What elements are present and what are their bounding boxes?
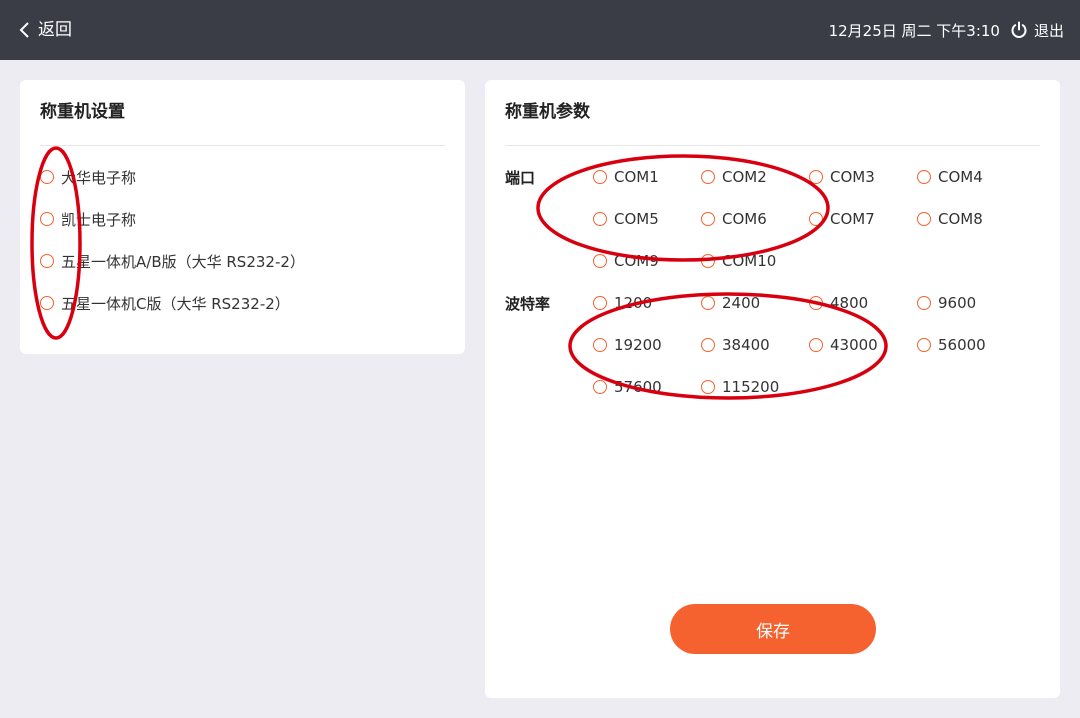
radio-circle[interactable]: [40, 212, 54, 226]
radio-circle[interactable]: [40, 296, 54, 310]
top-bar: 返回 12月25日 周二 下午3:10 退出: [0, 0, 1080, 60]
baud-option-56000[interactable]: 56000: [917, 333, 986, 357]
radio-circle[interactable]: [593, 338, 607, 352]
port-label: 端口: [505, 169, 536, 187]
radio-circle[interactable]: [701, 212, 715, 226]
baud-option-43000[interactable]: 43000: [809, 333, 878, 357]
scale-option-dahua[interactable]: 大华电子称: [40, 165, 136, 189]
logout-button[interactable]: 退出: [1010, 20, 1064, 41]
port-option-com3[interactable]: COM3: [809, 165, 875, 189]
scale-settings-title: 称重机设置: [40, 102, 125, 122]
option-label: COM7: [830, 210, 875, 228]
chevron-left-icon: [19, 22, 29, 38]
radio-circle[interactable]: [809, 212, 823, 226]
radio-circle[interactable]: [593, 170, 607, 184]
option-label: COM8: [938, 210, 983, 228]
logout-label: 退出: [1033, 21, 1064, 40]
option-label: COM10: [722, 252, 777, 270]
datetime-text: 12月25日 周二 下午3:10: [828, 21, 1000, 40]
radio-circle[interactable]: [701, 380, 715, 394]
option-label: 1200: [614, 294, 653, 312]
baud-option-2400[interactable]: 2400: [701, 291, 760, 315]
radio-circle[interactable]: [809, 296, 823, 310]
option-label: 五星一体机A/B版（大华 RS232-2）: [61, 252, 305, 271]
port-option-com6[interactable]: COM6: [701, 207, 767, 231]
radio-circle[interactable]: [593, 212, 607, 226]
port-option-com10[interactable]: COM10: [701, 249, 776, 273]
option-label: 2400: [722, 294, 761, 312]
option-label: 57600: [614, 378, 662, 396]
scale-params-card: 称重机参数 端口 COM1 COM2 COM3 COM4 COM5 COM6 C…: [485, 80, 1060, 698]
baud-option-115200[interactable]: 115200: [701, 375, 779, 399]
radio-circle[interactable]: [809, 170, 823, 184]
radio-circle[interactable]: [593, 380, 607, 394]
scale-option-wuxing-c[interactable]: 五星一体机C版（大华 RS232-2）: [40, 291, 290, 315]
scale-settings-card: 称重机设置 大华电子称 凯士电子称 五星一体机A/B版（大华 RS232-2） …: [20, 80, 465, 354]
option-label: COM4: [938, 168, 983, 186]
option-label: 4800: [830, 294, 869, 312]
radio-circle[interactable]: [40, 170, 54, 184]
scale-params-title: 称重机参数: [505, 102, 590, 122]
radio-circle[interactable]: [809, 338, 823, 352]
scale-option-kaishi[interactable]: 凯士电子称: [40, 207, 136, 231]
option-label: COM1: [614, 168, 659, 186]
radio-circle[interactable]: [917, 338, 931, 352]
baud-option-19200[interactable]: 19200: [593, 333, 662, 357]
option-label: 56000: [938, 336, 986, 354]
radio-circle[interactable]: [917, 170, 931, 184]
port-option-com4[interactable]: COM4: [917, 165, 983, 189]
option-label: 43000: [830, 336, 878, 354]
back-button[interactable]: 返回: [18, 18, 72, 42]
power-icon: [1011, 21, 1027, 38]
option-label: COM2: [722, 168, 767, 186]
radio-circle[interactable]: [701, 170, 715, 184]
radio-circle[interactable]: [593, 296, 607, 310]
option-label: COM5: [614, 210, 659, 228]
baud-option-57600[interactable]: 57600: [593, 375, 662, 399]
option-label: COM9: [614, 252, 659, 270]
radio-circle[interactable]: [701, 338, 715, 352]
option-label: COM3: [830, 168, 875, 186]
port-option-com1[interactable]: COM1: [593, 165, 659, 189]
port-option-com8[interactable]: COM8: [917, 207, 983, 231]
option-label: 19200: [614, 336, 662, 354]
port-option-com2[interactable]: COM2: [701, 165, 767, 189]
option-label: 38400: [722, 336, 770, 354]
option-label: 五星一体机C版（大华 RS232-2）: [61, 294, 290, 313]
baud-option-4800[interactable]: 4800: [809, 291, 868, 315]
radio-circle[interactable]: [701, 254, 715, 268]
radio-circle[interactable]: [40, 254, 54, 268]
radio-circle[interactable]: [701, 296, 715, 310]
scale-option-wuxing-ab[interactable]: 五星一体机A/B版（大华 RS232-2）: [40, 249, 305, 273]
option-label: COM6: [722, 210, 767, 228]
divider: [40, 145, 445, 146]
option-label: 9600: [938, 294, 977, 312]
option-label: 大华电子称: [61, 168, 137, 187]
radio-circle[interactable]: [917, 212, 931, 226]
port-option-com5[interactable]: COM5: [593, 207, 659, 231]
option-label: 凯士电子称: [61, 210, 137, 229]
baud-option-9600[interactable]: 9600: [917, 291, 976, 315]
baud-option-38400[interactable]: 38400: [701, 333, 770, 357]
back-label: 返回: [38, 20, 72, 40]
divider: [505, 145, 1040, 146]
port-option-com7[interactable]: COM7: [809, 207, 875, 231]
topbar-right: 12月25日 周二 下午3:10 退出: [829, 18, 1064, 42]
port-option-com9[interactable]: COM9: [593, 249, 659, 273]
save-button[interactable]: 保存: [670, 604, 876, 654]
radio-circle[interactable]: [593, 254, 607, 268]
option-label: 115200: [722, 378, 780, 396]
baud-rate-label: 波特率: [505, 295, 551, 313]
radio-circle[interactable]: [917, 296, 931, 310]
baud-option-1200[interactable]: 1200: [593, 291, 652, 315]
